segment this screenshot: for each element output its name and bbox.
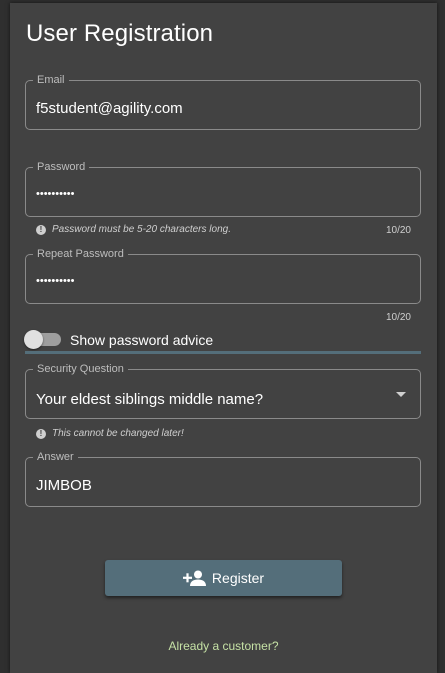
password-field[interactable]: Password •••••••••• bbox=[25, 161, 421, 217]
security-question-hint: ! This cannot be changed later! bbox=[36, 428, 184, 439]
answer-value: JIMBOB bbox=[36, 477, 92, 494]
info-icon: ! bbox=[36, 224, 46, 235]
repeat-password-counter: 10/20 bbox=[385, 312, 411, 323]
already-customer-link[interactable]: Already a customer? bbox=[10, 639, 437, 653]
person-add-icon bbox=[182, 570, 206, 586]
answer-field[interactable]: Answer JIMBOB bbox=[25, 451, 421, 507]
register-button[interactable]: Register bbox=[105, 560, 342, 596]
info-icon: ! bbox=[36, 428, 46, 439]
repeat-password-field[interactable]: Repeat Password •••••••••• bbox=[25, 248, 421, 304]
password-advice-toggle[interactable] bbox=[24, 330, 61, 349]
email-label: Email bbox=[33, 74, 69, 87]
email-value: f5student@agility.com bbox=[36, 100, 183, 117]
security-question-select[interactable]: Security Question Your eldest siblings m… bbox=[25, 363, 421, 419]
password-hint-text: Password must be 5-20 characters long. bbox=[52, 224, 231, 235]
password-value: •••••••••• bbox=[36, 188, 75, 200]
password-advice-label: Show password advice bbox=[70, 332, 214, 348]
answer-label: Answer bbox=[33, 451, 78, 464]
repeat-password-label: Repeat Password bbox=[33, 248, 128, 261]
password-strength-bar bbox=[25, 351, 421, 354]
password-hint: ! Password must be 5-20 characters long. bbox=[36, 224, 231, 235]
page-title: User Registration bbox=[26, 20, 214, 47]
email-field[interactable]: Email f5student@agility.com bbox=[25, 74, 421, 130]
security-question-label: Security Question bbox=[33, 363, 128, 376]
password-label: Password bbox=[33, 161, 90, 174]
register-button-label: Register bbox=[211, 570, 265, 586]
registration-card: User Registration Email f5student@agilit… bbox=[10, 3, 437, 673]
repeat-password-value: •••••••••• bbox=[36, 275, 75, 287]
security-question-hint-text: This cannot be changed later! bbox=[52, 428, 184, 439]
dropdown-arrow-icon[interactable] bbox=[396, 392, 406, 397]
password-counter: 10/20 bbox=[385, 225, 411, 236]
security-question-value: Your eldest siblings middle name? bbox=[36, 391, 264, 408]
toggle-thumb bbox=[24, 330, 43, 349]
